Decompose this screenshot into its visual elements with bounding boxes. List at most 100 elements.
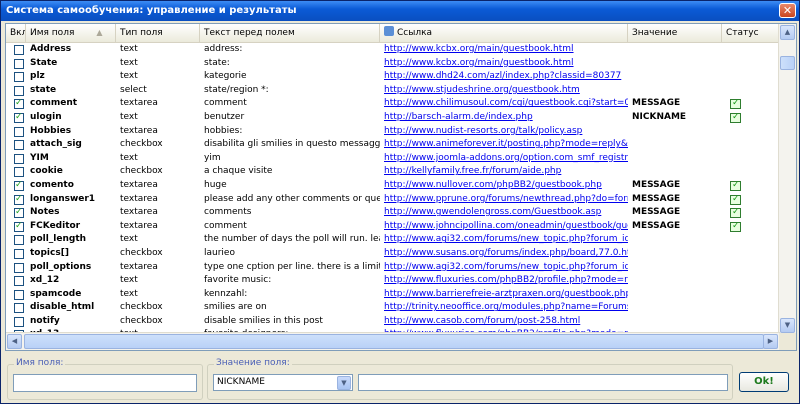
link-cell[interactable]: http://www.stjudeshrine.org/guestbook.ht… <box>380 84 628 98</box>
link-cell[interactable]: http://www.dhd24.com/azl/index.php?class… <box>380 70 628 84</box>
column-header-link[interactable]: Ссылка <box>380 24 628 42</box>
link-cell[interactable]: http://www.fluxuries.com/phpBB2/profile.… <box>380 274 628 288</box>
table-row[interactable]: longanswer1 textarea please add any other … <box>6 193 780 207</box>
table-row[interactable]: poll_length text the number of days the po… <box>6 233 780 247</box>
link-cell[interactable]: http://www.kcbx.org/main/guestbook.html <box>380 57 628 71</box>
column-header-enabled[interactable]: Вкл <box>6 24 26 42</box>
value-cell <box>628 247 722 261</box>
link-cell[interactable]: http://www.gwendolengross.com/Guestbook.… <box>380 206 628 220</box>
table-row[interactable]: xd_12 text favorite music: http://www.fluxu… <box>6 274 780 288</box>
link-cell[interactable]: http://barsch-alarm.de/index.php <box>380 111 628 125</box>
table-row[interactable]: cookie checkbox a chaque visite http://kell… <box>6 165 780 179</box>
table-row[interactable]: Hobbies textarea hobbies: http://www.nudist… <box>6 125 780 139</box>
table-row[interactable]: disable_html checkbox smilies are on http:/… <box>6 301 780 315</box>
table-row[interactable]: ulogin text benutzer http://barsch-alarm.de… <box>6 111 780 125</box>
enable-checkbox[interactable] <box>14 262 24 273</box>
link-cell[interactable]: http://www.agi32.com/forums/new_topic.ph… <box>380 261 628 275</box>
field-name-cell: state <box>30 84 57 95</box>
table-row[interactable]: State text state: http://www.kcbx.org/main/… <box>6 57 780 71</box>
enable-checkbox[interactable] <box>14 85 24 96</box>
link-cell[interactable]: http://www.johncipollina.com/oneadmin/gu… <box>380 220 628 234</box>
enable-checkbox[interactable] <box>14 235 24 246</box>
enable-checkbox[interactable] <box>14 97 24 111</box>
table-row[interactable]: state select state/region *: http://www.stj… <box>6 84 780 98</box>
enable-checkbox[interactable] <box>14 179 24 193</box>
close-button[interactable]: ✕ <box>779 3 796 18</box>
enable-checkbox[interactable] <box>14 276 24 287</box>
table-row[interactable]: poll_options textarea type one cption per … <box>6 261 780 275</box>
field-type-cell: checkbox <box>120 315 163 326</box>
enable-checkbox[interactable] <box>14 248 24 259</box>
link-cell[interactable]: http://www.agi32.com/forums/new_topic.ph… <box>380 233 628 247</box>
column-header-field-name[interactable]: Имя поля ▲ <box>26 24 116 42</box>
scroll-right-button[interactable]: ▶ <box>763 334 778 349</box>
value-cell: NICKNAME <box>632 111 687 122</box>
enable-checkbox[interactable] <box>14 167 24 178</box>
field-type-cell: text <box>120 44 138 54</box>
table-row[interactable]: plz text kategorie http://www.dhd24.com/azl… <box>6 70 780 84</box>
table-row[interactable]: comento textarea huge http://www.nullover.c… <box>6 179 780 193</box>
ok-button[interactable]: Ok! <box>739 372 789 392</box>
column-header-value[interactable]: Значение <box>628 24 722 42</box>
value-cell <box>628 165 722 179</box>
link-cell[interactable]: http://kellyfamily.free.fr/forum/aide.ph… <box>380 165 628 179</box>
vertical-scrollbar[interactable]: ▲ ▼ <box>778 24 796 334</box>
link-cell[interactable]: http://www.casob.com/forum/post-258.html <box>380 315 628 329</box>
table-row[interactable]: notify checkbox disable smilies in this po… <box>6 315 780 329</box>
enable-checkbox[interactable] <box>14 126 24 137</box>
window-title: Система самообучения: управление и резул… <box>6 5 297 16</box>
column-header-status[interactable]: Статус <box>722 24 780 42</box>
enable-checkbox[interactable] <box>14 58 24 69</box>
column-header-field-type[interactable]: Тип поля <box>116 24 200 42</box>
table-row[interactable]: FCKeditor textarea comment http://www.johnc… <box>6 220 780 234</box>
table-row[interactable]: attach_sig checkbox disabilita gli smilies… <box>6 138 780 152</box>
table-row[interactable]: Address text address: http://www.kcbx.org/m… <box>6 43 780 57</box>
enable-checkbox[interactable] <box>14 193 24 206</box>
enable-checkbox[interactable] <box>14 206 24 220</box>
field-type-cell: textarea <box>120 98 158 109</box>
enable-checkbox[interactable] <box>14 289 24 300</box>
link-cell[interactable]: http://www.kcbx.org/main/guestbook.html <box>380 43 628 57</box>
scroll-up-button[interactable]: ▲ <box>780 25 795 40</box>
scroll-left-button[interactable]: ◀ <box>7 334 22 349</box>
field-name-cell: FCKeditor <box>30 220 81 231</box>
enable-checkbox[interactable] <box>14 153 24 164</box>
table-row[interactable]: YIM text yim http://www.joomla-addons.org/o… <box>6 152 780 166</box>
chevron-down-icon[interactable]: ▼ <box>337 376 351 390</box>
table-row[interactable]: Notes textarea comments http://www.gwendole… <box>6 206 780 220</box>
field-name-input[interactable] <box>13 374 197 392</box>
vertical-scroll-thumb[interactable] <box>780 56 795 70</box>
table-row[interactable]: comment textarea comment http://www.chilimu… <box>6 97 780 111</box>
enable-checkbox[interactable] <box>14 316 24 327</box>
link-cell[interactable]: http://www.nullover.com/phpBB2/guestbook… <box>380 179 628 193</box>
field-type-cell: checkbox <box>120 302 163 313</box>
table-row[interactable]: topics[] checkbox laurieo http://www.susans… <box>6 247 780 261</box>
link-cell[interactable]: http://www.joomla-addons.org/option.com_… <box>380 152 628 166</box>
value-cell <box>628 152 722 166</box>
link-cell[interactable]: http://www.nudist-resorts.org/talk/polic… <box>380 125 628 139</box>
enable-checkbox[interactable] <box>14 140 24 151</box>
field-value-select[interactable]: NICKNAME ▼ <box>213 374 353 391</box>
field-type-cell: text <box>120 275 138 286</box>
column-header-label-text[interactable]: Текст перед полем <box>200 24 380 42</box>
app-window: Система самообучения: управление и резул… <box>0 0 800 404</box>
link-cell[interactable]: http://www.barrierefreie-arztpraxen.org/… <box>380 288 628 302</box>
enable-checkbox[interactable] <box>14 220 24 233</box>
horizontal-scroll-thumb[interactable] <box>24 334 764 349</box>
table-row[interactable]: spamcode text kennzahl: http://www.barriere… <box>6 288 780 302</box>
value-cell <box>628 84 722 98</box>
enable-checkbox[interactable] <box>14 45 24 55</box>
field-type-cell: textarea <box>120 125 158 136</box>
enable-checkbox[interactable] <box>14 303 24 314</box>
horizontal-scrollbar[interactable]: ◀ ▶ <box>6 332 780 350</box>
field-type-cell: textarea <box>120 261 158 272</box>
enable-checkbox[interactable] <box>14 111 24 125</box>
scroll-down-button[interactable]: ▼ <box>780 318 795 333</box>
enable-checkbox[interactable] <box>14 72 24 83</box>
link-cell[interactable]: http://trinity.neooffice.org/modules.php… <box>380 301 628 315</box>
link-cell[interactable]: http://www.pprune.org/forums/newthread.p… <box>380 193 628 207</box>
field-value-input[interactable] <box>358 374 728 391</box>
link-cell[interactable]: http://www.susans.org/forums/index.php/b… <box>380 247 628 261</box>
link-cell[interactable]: http://www.animeforever.it/posting.php?m… <box>380 138 628 152</box>
link-cell[interactable]: http://www.chilimusoul.com/cgi/guestbook… <box>380 97 628 111</box>
